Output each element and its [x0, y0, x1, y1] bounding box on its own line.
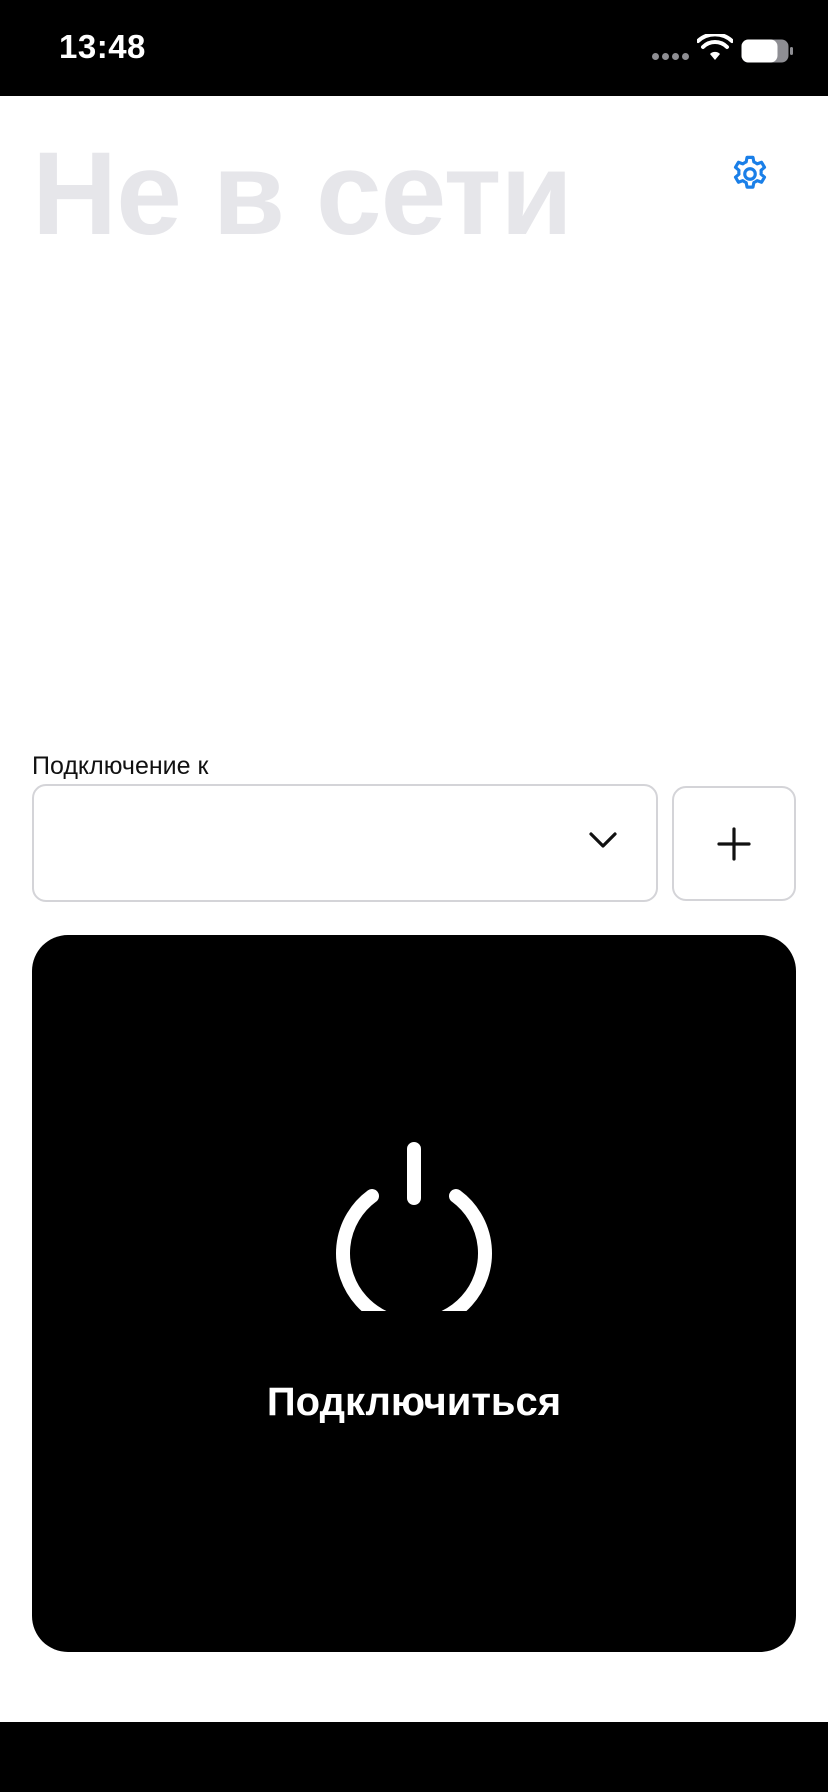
connect-button[interactable]: Подключиться	[32, 935, 796, 1652]
status-bar: 13:48	[0, 0, 828, 96]
signal-dots-icon	[652, 53, 689, 60]
chevron-down-icon	[589, 832, 617, 848]
settings-button[interactable]	[726, 150, 774, 198]
connection-label: Подключение к	[32, 752, 209, 780]
status-time: 13:48	[59, 28, 146, 65]
battery-icon	[741, 39, 793, 63]
wifi-icon	[697, 34, 733, 60]
connect-button-label: Подключиться	[266, 1380, 562, 1424]
add-server-button[interactable]	[672, 786, 796, 901]
home-indicator-bar	[0, 1722, 828, 1792]
page-title: Не в сети	[32, 128, 573, 260]
plus-icon	[717, 826, 751, 861]
server-select[interactable]	[32, 784, 658, 902]
gear-icon	[733, 155, 767, 189]
power-icon	[336, 1142, 492, 1311]
app-screen: 13:48 Не в сети Подключение к Подключить…	[0, 0, 828, 1792]
